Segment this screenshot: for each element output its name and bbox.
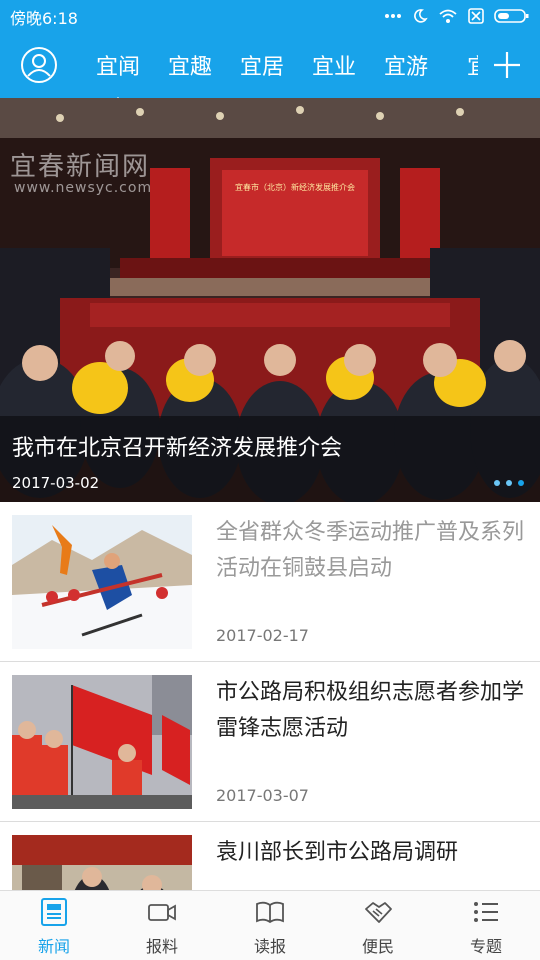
- news-thumbnail-research: [12, 835, 192, 890]
- tab-yiye[interactable]: 宜业: [298, 49, 370, 81]
- carousel-indicator: [494, 480, 524, 486]
- app-header: 傍晚6:18 宜闻 宜趣 宜居 宜业 宜游 宜: [0, 0, 540, 98]
- moon-icon: [414, 9, 428, 23]
- tab-yiju[interactable]: 宜居: [226, 49, 298, 81]
- tab-yiwen[interactable]: 宜闻: [82, 49, 154, 98]
- bottom-tab-report[interactable]: 报料: [108, 891, 216, 960]
- news-item[interactable]: 市公路局积极组织志愿者参加学雷锋志愿活动 2017-03-07: [0, 662, 540, 822]
- news-date: 2017-02-17: [216, 626, 309, 645]
- bottom-tab-topics[interactable]: 专题: [432, 891, 540, 960]
- handshake-icon: [365, 902, 392, 923]
- bottom-tab-label: 报料: [145, 937, 178, 956]
- news-item[interactable]: 全省群众冬季运动推广普及系列活动在铜鼓县启动 2017-02-17: [0, 502, 540, 662]
- news-list: 全省群众冬季运动推广普及系列活动在铜鼓县启动 2017-02-17 市公路局积极…: [0, 502, 540, 890]
- bottom-tab-label: 读报: [253, 937, 286, 956]
- news-title: 袁川部长到市公路局调研: [216, 840, 459, 865]
- video-camera-icon: [148, 904, 176, 921]
- tab-yi-partial[interactable]: 宜: [442, 49, 478, 81]
- hero-banner-text: 宜春市（北京）新经济发展推介会: [235, 182, 355, 192]
- bottom-tab-services[interactable]: 便民: [324, 891, 432, 960]
- bottom-tab-news[interactable]: 新闻: [0, 891, 108, 960]
- carousel-dot: [506, 480, 512, 486]
- news-date: 2017-03-07: [216, 786, 309, 805]
- list-icon: [474, 902, 498, 922]
- hero-carousel[interactable]: 宜春市（北京）新经济发展推介会 宜春新闻网 www.newsyc.com 我市在…: [0, 98, 540, 502]
- newspaper-icon: [41, 898, 67, 926]
- news-title: 全省群众冬季运动推广普及系列活动在铜鼓县启动: [216, 520, 525, 581]
- status-time: 傍晚6:18: [10, 9, 78, 28]
- channel-tabs: 宜闻 宜趣 宜居 宜业 宜游 宜: [82, 32, 478, 98]
- bottom-tab-read[interactable]: 读报: [216, 891, 324, 960]
- hero-watermark: 宜春新闻网: [10, 152, 151, 182]
- no-sim-icon: [468, 8, 484, 24]
- user-avatar-icon[interactable]: [20, 46, 58, 84]
- news-item[interactable]: 袁川部长到市公路局调研: [0, 822, 540, 890]
- hero-title[interactable]: 我市在北京召开新经济发展推介会: [12, 430, 342, 462]
- tab-yiqu[interactable]: 宜趣: [154, 49, 226, 81]
- bottom-tab-label: 便民: [361, 937, 394, 956]
- bottom-tab-label: 专题: [469, 937, 502, 956]
- wifi-icon: [439, 9, 457, 23]
- hero-date: 2017-03-02: [12, 474, 100, 492]
- status-icons: [384, 6, 530, 26]
- hero-caption: 我市在北京召开新经济发展推介会 2017-03-02: [0, 416, 540, 502]
- bottom-tab-label: 新闻: [37, 937, 70, 956]
- battery-icon: [494, 9, 529, 23]
- news-title: 市公路局积极组织志愿者参加学雷锋志愿活动: [216, 680, 525, 741]
- carousel-dot: [494, 480, 500, 486]
- open-book-icon: [256, 901, 284, 924]
- more-dots-icon: [385, 14, 401, 18]
- channel-nav: 宜闻 宜趣 宜居 宜业 宜游 宜: [0, 32, 540, 98]
- news-thumbnail-volunteers: [12, 675, 192, 809]
- news-thumbnail-ski: [12, 515, 192, 649]
- hero-watermark-url: www.newsyc.com: [14, 180, 153, 196]
- carousel-dot-active: [518, 480, 524, 486]
- bottom-nav: 新闻 报料 读报 便民 专题: [0, 890, 540, 960]
- status-bar: 傍晚6:18: [0, 0, 540, 32]
- tab-yiyou[interactable]: 宜游: [370, 49, 442, 81]
- plus-icon[interactable]: [492, 50, 522, 80]
